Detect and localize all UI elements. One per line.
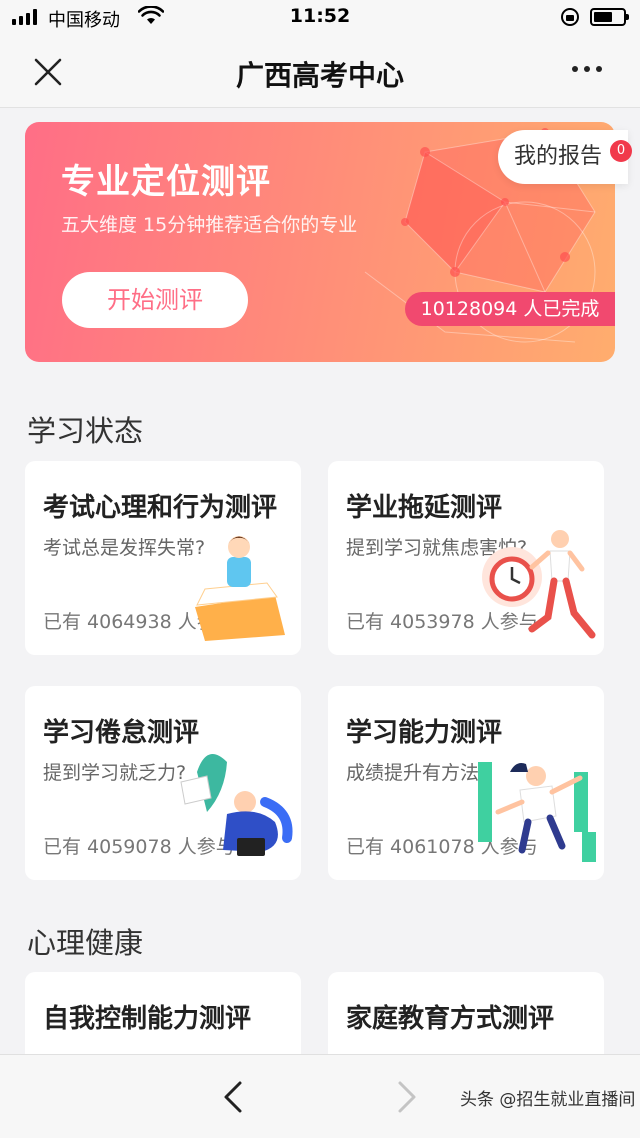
assessment-card[interactable]: 考试心理和行为测评 考试总是发挥失常? 已有 4064938 人参与: [25, 461, 301, 655]
clock: 11:52: [289, 5, 351, 27]
back-arrow-icon[interactable]: [218, 1079, 248, 1115]
section-title: 心理健康: [27, 926, 144, 960]
running-clock-illustration: [482, 530, 596, 639]
my-report-button[interactable]: 我的报告: [498, 130, 628, 184]
tired-student-illustration: [180, 754, 293, 856]
bar-climb-illustration: [478, 762, 596, 862]
banner-title: 专业定位测评: [61, 162, 271, 202]
assessment-card[interactable]: 家庭教育方式测评: [328, 972, 604, 1054]
student-exam-illustration: [195, 536, 285, 641]
card-subtitle: 提到学习就乏力?: [43, 762, 187, 784]
forward-arrow-icon[interactable]: [392, 1079, 422, 1115]
more-icon[interactable]: [572, 66, 602, 72]
report-count-badge: 0: [610, 140, 632, 162]
section-title: 学习状态: [27, 414, 144, 448]
card-title: 家庭教育方式测评: [346, 1004, 555, 1034]
assessment-card[interactable]: 学习能力测评 成绩提升有方法 已有 4061078 人参与: [328, 686, 604, 880]
watermark: 头条 @招生就业直播间: [460, 1090, 636, 1110]
bottom-toolbar: 头条 @招生就业直播间: [0, 1054, 640, 1138]
page-title: 广西高考中心: [235, 59, 404, 92]
assessment-card[interactable]: 学业拖延测评 提到学习就焦虑害怕? 已有 4053978 人参与: [328, 461, 604, 655]
card-title: 自我控制能力测评: [43, 1004, 252, 1034]
assessment-card[interactable]: 自我控制能力测评: [25, 972, 301, 1054]
banner-subtitle: 五大维度 15分钟推荐适合你的专业: [61, 214, 358, 236]
completed-count-badge: 10128094 人已完成: [405, 292, 615, 326]
status-bar: 中国移动 11:52: [0, 0, 640, 36]
nav-bar: 广西高考中心: [0, 36, 640, 108]
assessment-card[interactable]: 学习倦怠测评 提到学习就乏力? 已有 4059078 人参与: [25, 686, 301, 880]
rotation-lock-icon: [561, 8, 579, 26]
start-assessment-button[interactable]: 开始测评: [62, 272, 248, 328]
battery-icon: [590, 8, 629, 26]
card-subtitle: 成绩提升有方法: [346, 762, 480, 784]
content: 专业定位测评 五大维度 15分钟推荐适合你的专业 开始测评 10128094 人…: [0, 108, 640, 1054]
